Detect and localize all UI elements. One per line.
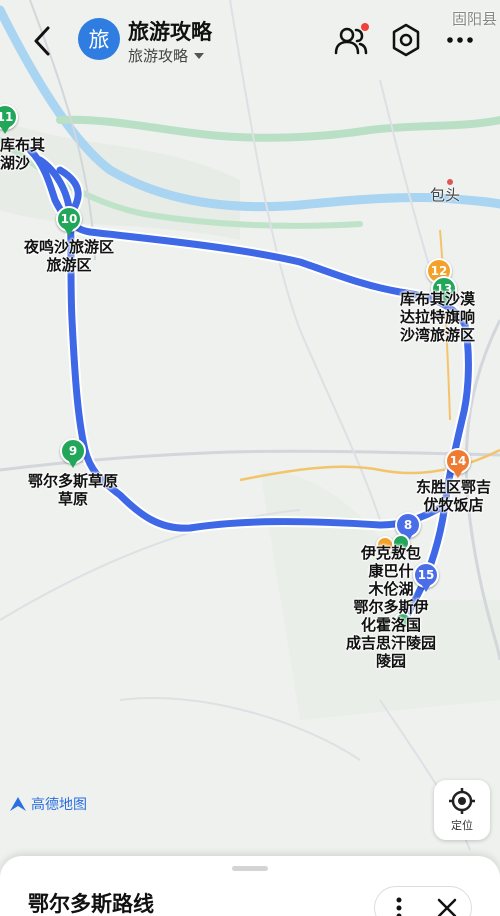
city-label-baotou: 包头	[430, 186, 461, 204]
place-label-yemingsha[interactable]: 夜鸣沙旅游区 旅游区	[24, 238, 114, 274]
place-label-cluster[interactable]: 伊克敖包 康巴什 木伦湖 鄂尔多斯伊 化霍洛国 成吉思汗陵园 陵园	[346, 544, 436, 670]
people-button[interactable]	[333, 22, 369, 58]
close-icon	[437, 898, 457, 916]
locate-label: 定位	[451, 819, 473, 832]
map-canvas[interactable]: 包头 固阳县 11 10 9 12 13 14 8 15 库布其 湖沙 夜鸣沙旅…	[0, 0, 500, 916]
sheet-drag-handle[interactable]	[232, 866, 268, 871]
more-button[interactable]	[442, 22, 478, 58]
sheet-action-group	[374, 886, 472, 916]
place-label-kubuqi-ne[interactable]: 库布其沙漠 达拉特旗响 沙湾旅游区	[400, 290, 475, 344]
sheet-close-button[interactable]	[432, 893, 462, 916]
top-bar: 旅 旅游攻略 旅游攻略	[0, 0, 500, 80]
caret-down-icon	[194, 52, 205, 59]
back-arrow-icon	[34, 26, 50, 56]
bottom-sheet[interactable]: 鄂尔多斯路线	[0, 856, 500, 916]
route-pin-10[interactable]: 10	[56, 206, 82, 238]
route-pin-14[interactable]: 14	[445, 448, 471, 480]
more-icon	[447, 37, 473, 43]
route-pin-9[interactable]: 9	[60, 438, 86, 470]
amap-logo-icon	[10, 797, 26, 811]
subtitle-label: 旅游攻略	[128, 47, 189, 65]
settings-icon	[392, 23, 420, 57]
sheet-more-button[interactable]	[384, 893, 414, 916]
locate-icon	[449, 788, 475, 814]
app-avatar[interactable]: 旅	[78, 18, 120, 60]
route-title: 鄂尔多斯路线	[28, 892, 154, 916]
people-icon	[334, 23, 369, 55]
route-pin-11[interactable]: 11	[0, 104, 18, 136]
settings-button[interactable]	[388, 22, 424, 58]
place-label-kubuqi-nw[interactable]: 库布其 湖沙	[0, 136, 45, 172]
vertical-more-icon	[396, 897, 402, 916]
page-title: 旅游攻略	[128, 20, 212, 44]
back-button[interactable]	[26, 22, 60, 60]
subtitle-dropdown[interactable]: 旅游攻略	[128, 45, 205, 66]
amap-logo-text: 高德地图	[31, 797, 87, 813]
place-label-ordos-grassland[interactable]: 鄂尔多斯草原 草原	[28, 472, 118, 508]
place-label-dongsheng[interactable]: 东胜区鄂吉 优牧饭店	[416, 478, 491, 514]
amap-logo: 高德地图	[8, 794, 87, 814]
locate-button[interactable]: 定位	[434, 780, 490, 840]
